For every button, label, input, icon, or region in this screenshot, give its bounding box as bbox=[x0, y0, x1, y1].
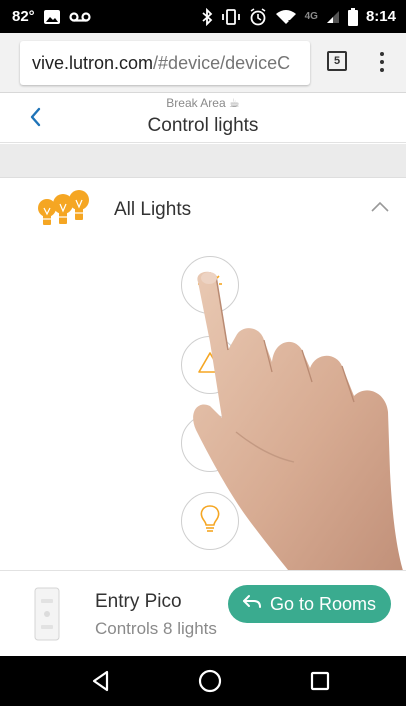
go-to-rooms-label: Go to Rooms bbox=[270, 593, 377, 614]
app-header: Break Area ☕ Control lights bbox=[0, 93, 406, 143]
tab-switcher-button[interactable]: 5 bbox=[327, 51, 347, 71]
status-left: 82° bbox=[12, 0, 91, 33]
image-icon bbox=[43, 7, 61, 27]
url-path: /#device/deviceC bbox=[153, 53, 291, 73]
svg-text:x: x bbox=[288, 18, 293, 25]
device-name: Entry Pico bbox=[95, 591, 182, 612]
alarm-icon bbox=[249, 7, 267, 27]
battery-icon bbox=[347, 7, 358, 27]
pico-remote-icon bbox=[34, 587, 60, 641]
page-title: Control lights bbox=[147, 115, 259, 136]
bluetooth-icon bbox=[201, 7, 213, 27]
device-row[interactable]: Entry Pico Controls 8 lights Go to Rooms bbox=[0, 570, 406, 656]
network-type-label: 4G bbox=[304, 11, 318, 22]
more-vert-icon[interactable] bbox=[372, 49, 392, 75]
all-lights-row[interactable]: All Lights bbox=[0, 178, 406, 242]
voicemail-icon bbox=[69, 7, 91, 27]
wifi-icon: x bbox=[275, 7, 297, 27]
light-bulbs-icon bbox=[34, 186, 92, 234]
vibrate-icon bbox=[221, 7, 241, 27]
hand-photo bbox=[176, 262, 406, 580]
browser-toolbar: vive.lutron.com/#device/deviceC 5 bbox=[0, 33, 406, 93]
android-nav-bar bbox=[0, 656, 406, 706]
breadcrumb: Break Area ☕ bbox=[166, 96, 240, 110]
url-bar[interactable]: vive.lutron.com/#device/deviceC bbox=[20, 41, 310, 85]
device-subtitle: Controls 8 lights bbox=[95, 619, 217, 638]
temperature-text: 82° bbox=[12, 8, 35, 25]
chevron-up-icon[interactable] bbox=[370, 200, 390, 214]
clock-text: 8:14 bbox=[365, 8, 396, 25]
status-right: x 4G 8:14 bbox=[201, 0, 396, 33]
signal-icon bbox=[326, 7, 340, 27]
url-host: vive.lutron.com bbox=[32, 53, 154, 73]
phone-screen: 82° x 4G 8:14 vive.lutron.com/#device/de… bbox=[0, 0, 406, 706]
back-triangle-icon[interactable] bbox=[88, 668, 114, 694]
home-circle-icon[interactable] bbox=[197, 668, 223, 694]
group-label: All Lights bbox=[114, 199, 192, 220]
go-to-rooms-button[interactable]: Go to Rooms bbox=[228, 585, 391, 623]
return-arrow-icon bbox=[242, 593, 262, 616]
recents-square-icon[interactable] bbox=[307, 668, 333, 694]
section-divider bbox=[0, 144, 406, 178]
status-bar: 82° x 4G 8:14 bbox=[0, 0, 406, 33]
